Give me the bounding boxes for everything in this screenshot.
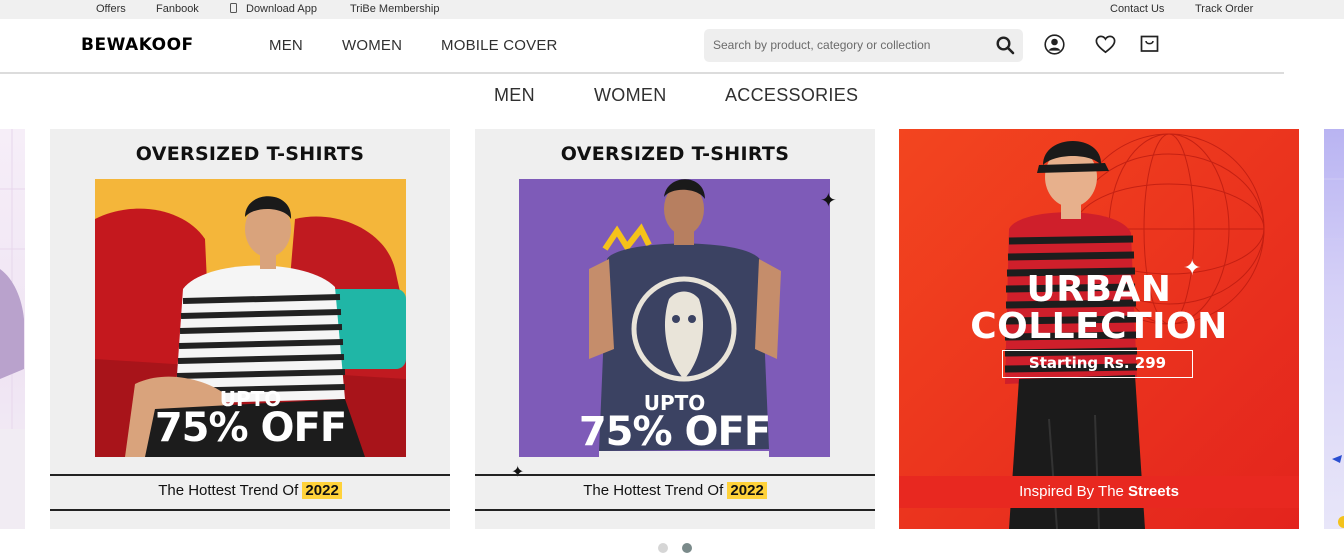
top-utility-bar: Offers Fanbook Download App TriBe Member…	[0, 0, 1344, 19]
search-box	[704, 29, 1023, 62]
download-app-link[interactable]: Download App	[230, 3, 317, 15]
next-slide-art	[1324, 178, 1344, 528]
search-icon[interactable]	[996, 36, 1015, 60]
carousel-prev-slide-edge[interactable]	[0, 129, 25, 529]
heart-icon[interactable]	[1095, 35, 1116, 59]
nav-women[interactable]: WOMEN	[342, 37, 402, 54]
category-men[interactable]: MEN	[494, 85, 535, 106]
banner-photo: UPTO 75% OFF	[519, 179, 830, 457]
sparkle-icon: ✦	[511, 464, 525, 481]
sparkle-icon: ✦	[1183, 255, 1202, 280]
logo-wordmark: BEWAKOOF	[81, 35, 194, 55]
carousel-next-slide-edge[interactable]	[1324, 129, 1344, 529]
tagline-text: The Hottest Trend Of	[158, 482, 299, 499]
tagline-year: 2022	[727, 482, 767, 499]
contact-us-link[interactable]: Contact Us	[1110, 3, 1164, 15]
bewakoof-logo[interactable]: BEWAKOOF	[81, 35, 229, 58]
divider-line	[475, 509, 875, 511]
nav-men[interactable]: MEN	[269, 37, 303, 54]
banner-tagline: The Hottest Trend Of 2022	[50, 482, 450, 499]
sparkle-icon: ✦	[820, 190, 837, 212]
search-input[interactable]	[713, 37, 983, 53]
offer-percent: 75% OFF	[578, 409, 771, 455]
tagline-year: 2022	[302, 482, 342, 499]
banner-title: OVERSIZED T-SHIRTS	[560, 143, 790, 165]
carousel-dot-1[interactable]	[658, 543, 668, 553]
download-app-label: Download App	[246, 3, 317, 15]
divider-line	[475, 474, 875, 476]
urban-tagline-bold: Streets	[1128, 483, 1179, 500]
bag-icon[interactable]	[1140, 34, 1159, 58]
prev-slide-art	[0, 129, 25, 529]
banner-photo: UPTO 75% OFF	[95, 179, 406, 457]
divider-line	[50, 509, 450, 511]
urban-title-line1: URBAN	[1026, 269, 1172, 310]
banner-oversized-tshirts-1[interactable]: OVERSIZED T-SHIRTS UPTO 75% OFF The Hott…	[50, 129, 450, 529]
svg-text:BEWAKOOF: BEWAKOOF	[81, 35, 194, 53]
main-header: BEWAKOOF MEN WOMEN MOBILE COVER	[0, 19, 1284, 74]
urban-tagline-text: Inspired By The	[1019, 483, 1124, 500]
category-women[interactable]: WOMEN	[594, 85, 667, 106]
urban-price-tag: Starting Rs. 299	[1002, 350, 1193, 378]
carousel-dot-2-active[interactable]	[682, 543, 692, 553]
phone-icon	[230, 3, 237, 13]
fanbook-link[interactable]: Fanbook	[156, 3, 199, 15]
divider-line	[50, 474, 450, 476]
banner-urban-collection[interactable]: URBAN COLLECTION ✦ Starting Rs. 299 Insp…	[899, 129, 1299, 529]
category-accessories[interactable]: ACCESSORIES	[725, 85, 858, 106]
urban-title-line2: COLLECTION	[970, 306, 1228, 347]
user-icon[interactable]	[1044, 34, 1065, 60]
banner-oversized-tshirts-2[interactable]: OVERSIZED T-SHIRTS UPTO 75% OFF ✦ ✦ The …	[475, 129, 875, 529]
offers-link[interactable]: Offers	[96, 3, 126, 15]
banner-title: OVERSIZED T-SHIRTS	[135, 143, 365, 165]
offer-percent: 75% OFF	[154, 405, 347, 451]
tribe-membership-link[interactable]: TriBe Membership	[350, 3, 439, 15]
urban-tagline-bar: Inspired By The Streets	[899, 476, 1299, 508]
track-order-link[interactable]: Track Order	[1195, 3, 1253, 15]
tagline-text: The Hottest Trend Of	[583, 482, 724, 499]
nav-mobile-cover[interactable]: MOBILE COVER	[441, 37, 558, 54]
banner-tagline: The Hottest Trend Of 2022	[475, 482, 875, 499]
